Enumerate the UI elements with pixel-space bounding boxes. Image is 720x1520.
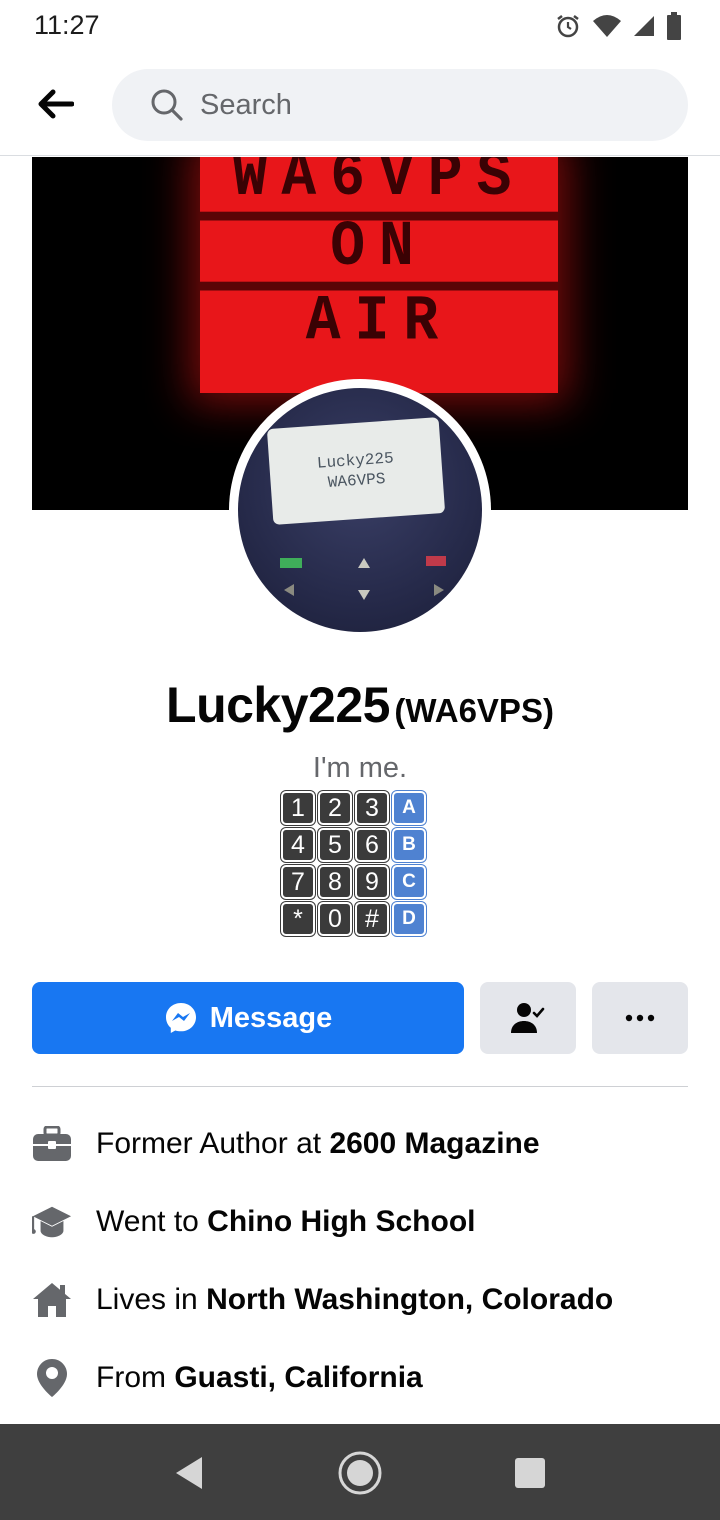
keypad-key: A [392,791,426,825]
system-nav-bar [0,1424,720,1520]
profile-details: Former Author at 2600 Magazine Went to C… [32,1105,688,1417]
signal-icon [632,14,656,43]
keypad-key: 8 [318,865,352,899]
bio-keypad-emoji: 1 2 3 A 4 5 6 B 7 8 9 C * 0 # D [281,791,426,936]
search-input[interactable]: Search [112,69,688,141]
sign-line: AIR [305,286,453,358]
lcd-screen: Lucky225 WA6VPS [266,417,446,525]
alarm-icon [554,12,582,45]
graduation-cap-icon [32,1202,72,1242]
alternate-name: (WA6VPS) [394,692,554,729]
keypad-key: 2 [318,791,352,825]
nav-back-icon [176,1457,202,1489]
detail-text: Went to Chino High School [96,1205,476,1238]
more-options-button[interactable] [592,982,688,1054]
message-label: Message [209,1001,333,1034]
search-placeholder: Search [200,88,292,121]
search-header: Search [0,52,720,156]
detail-text: Former Author at 2600 Magazine [96,1127,540,1160]
keypad-key: 0 [318,902,352,936]
nav-home-icon [338,1451,382,1495]
on-air-sign: WA6VPS ON AIR [200,157,558,393]
detail-text: From Guasti, California [96,1361,423,1394]
lcd-line: WA6VPS [327,469,387,492]
keypad-key: 5 [318,828,352,862]
back-arrow-icon [38,89,74,119]
keypad-key: * [281,902,315,936]
detail-education[interactable]: Went to Chino High School [32,1183,688,1261]
keypad-key: 3 [355,791,389,825]
detail-text: Lives in North Washington, Colorado [96,1283,614,1316]
nav-recents-button[interactable] [505,1448,555,1498]
section-divider [32,1086,688,1087]
detail-work[interactable]: Former Author at 2600 Magazine [32,1105,688,1183]
keypad-key: B [392,828,426,862]
more-icon [625,1014,655,1022]
keypad-key: C [392,865,426,899]
nav-back-button[interactable] [164,1448,214,1498]
keypad-key: 1 [281,791,315,825]
keypad-key: 7 [281,865,315,899]
briefcase-icon [32,1124,72,1164]
status-icons [554,12,682,45]
detail-residence[interactable]: Lives in North Washington, Colorado [32,1261,688,1339]
search-icon [151,89,183,121]
keypad-key: # [355,902,389,936]
keypad-key: 6 [355,828,389,862]
friend-check-icon [511,1003,545,1033]
keypad-arrows-icon [280,556,446,600]
avatar-image: Lucky225 WA6VPS [238,388,482,632]
location-pin-icon [32,1358,72,1398]
friends-button[interactable] [480,982,576,1054]
sign-line: ON [200,212,558,291]
detail-hometown[interactable]: From Guasti, California [32,1339,688,1417]
profile-picture[interactable]: Lucky225 WA6VPS [229,379,491,641]
message-button[interactable]: Message [32,982,464,1054]
nav-home-button[interactable] [335,1448,385,1498]
battery-icon [666,12,682,45]
nav-recents-icon [515,1458,545,1488]
keypad-key: D [392,902,426,936]
profile-name: Lucky225 (WA6VPS) [0,676,720,734]
keypad-key: 9 [355,865,389,899]
display-name: Lucky225 [166,677,390,733]
bio-text: I'm me. [312,752,408,784]
messenger-icon [165,1003,196,1033]
status-time: 11:27 [34,10,100,40]
home-icon [32,1280,72,1320]
back-button[interactable] [30,82,80,126]
status-bar: 11:27 [0,0,720,52]
wifi-icon [592,13,622,44]
keypad-key: 4 [281,828,315,862]
profile-actions: Message [32,982,688,1054]
